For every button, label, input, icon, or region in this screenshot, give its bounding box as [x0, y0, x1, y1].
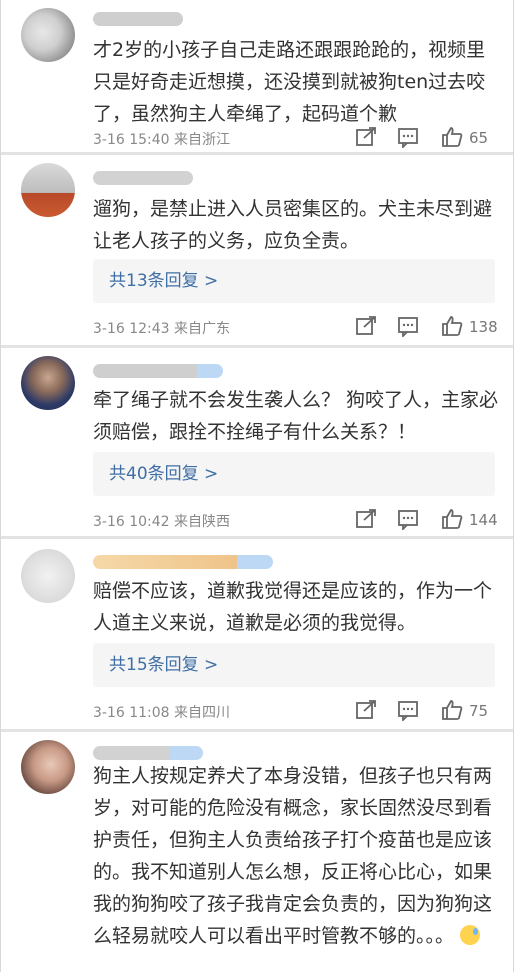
username-blurred[interactable] — [93, 746, 203, 760]
replies-link[interactable]: 共40条回复 > — [93, 452, 495, 496]
sweat-smile-emoji-icon — [460, 925, 481, 945]
replies-link[interactable]: 共15条回复 > — [93, 643, 495, 687]
comment-feed: 才2岁的小孩子自己走路还跟跟跄跄的，视频里只是好奇走近想摸，还没摸到就被狗ten… — [0, 0, 514, 972]
comment-time: 3-16 10:42 来自陕西 — [93, 514, 231, 530]
comment-text: 赔偿不应该，道歉我觉得还是应该的，作为一个人道主义来说，道歉是必须的我觉得。 — [93, 580, 493, 634]
like-count: 75 — [469, 702, 489, 720]
comment-item: 才2岁的小孩子自己走路还跟跟跄跄的，视频里只是好奇走近想摸，还没摸到就被狗ten… — [1, 0, 513, 152]
comment-item: 狗主人按规定养犬了本身没错，但孩子也只有两岁，对可能的危险没有概念，家长固然没尽… — [1, 732, 513, 972]
comment-time: 3-16 12:43 来自广东 — [93, 321, 231, 337]
comment-icon[interactable] — [397, 315, 419, 337]
comment-text: 牵了绳子就不会发生袭人么？ 狗咬了人，主家必须赔偿，跟拴不拴绳子有什么关系？！ — [93, 389, 499, 443]
share-icon[interactable] — [355, 315, 377, 337]
comment-item: 赔偿不应该，道歉我觉得还是应该的，作为一个人道主义来说，道歉是必须的我觉得。 共… — [1, 539, 513, 729]
comment-text: 遛狗，是禁止进入人员密集区的。犬主未尽到避让老人孩子的义务，应负全责。 — [93, 198, 493, 252]
share-icon[interactable] — [355, 508, 377, 530]
comment-item: 遛狗，是禁止进入人员密集区的。犬主未尽到避让老人孩子的义务，应负全责。 共13条… — [1, 155, 513, 345]
comment-time: 3-16 11:08 来自四川 — [93, 705, 231, 721]
username-blurred[interactable] — [93, 364, 223, 378]
comment-item: 牵了绳子就不会发生袭人么？ 狗咬了人，主家必须赔偿，跟拴不拴绳子有什么关系？！ … — [1, 348, 513, 536]
share-icon[interactable] — [355, 126, 377, 148]
comment-icon[interactable] — [397, 699, 419, 721]
comment-icon[interactable] — [397, 126, 419, 148]
comment-meta: 3-16 11:08 来自四川 75 — [93, 699, 495, 725]
comment-meta: 3-16 12:43 来自广东 138 — [93, 315, 498, 341]
avatar[interactable] — [21, 356, 75, 410]
username-blurred[interactable] — [93, 171, 193, 185]
like-count: 138 — [469, 318, 498, 336]
avatar[interactable] — [21, 163, 75, 217]
comment-text: 狗主人按规定养犬了本身没错，但孩子也只有两岁，对可能的危险没有概念，家长固然没尽… — [93, 765, 493, 947]
comment-time: 3-16 15:40 来自浙江 — [93, 132, 231, 148]
avatar[interactable] — [21, 549, 75, 603]
thumbs-up-icon[interactable] — [441, 699, 463, 721]
thumbs-up-icon[interactable] — [441, 315, 463, 337]
avatar[interactable] — [21, 740, 75, 794]
replies-link[interactable]: 共13条回复 > — [93, 259, 495, 303]
avatar[interactable] — [21, 8, 75, 62]
thumbs-up-icon[interactable] — [441, 126, 463, 148]
like-count: 144 — [469, 511, 498, 529]
comment-meta: 3-16 15:40 来自浙江 65 — [93, 126, 495, 152]
share-icon[interactable] — [355, 699, 377, 721]
thumbs-up-icon[interactable] — [441, 508, 463, 530]
comment-meta: 3-16 10:42 来自陕西 144 — [93, 508, 498, 534]
username-blurred[interactable] — [93, 555, 273, 569]
like-count: 65 — [469, 129, 489, 147]
comment-text: 才2岁的小孩子自己走路还跟跟跄跄的，视频里只是好奇走近想摸，还没摸到就被狗ten… — [93, 39, 486, 125]
username-blurred[interactable] — [93, 12, 183, 26]
comment-icon[interactable] — [397, 508, 419, 530]
